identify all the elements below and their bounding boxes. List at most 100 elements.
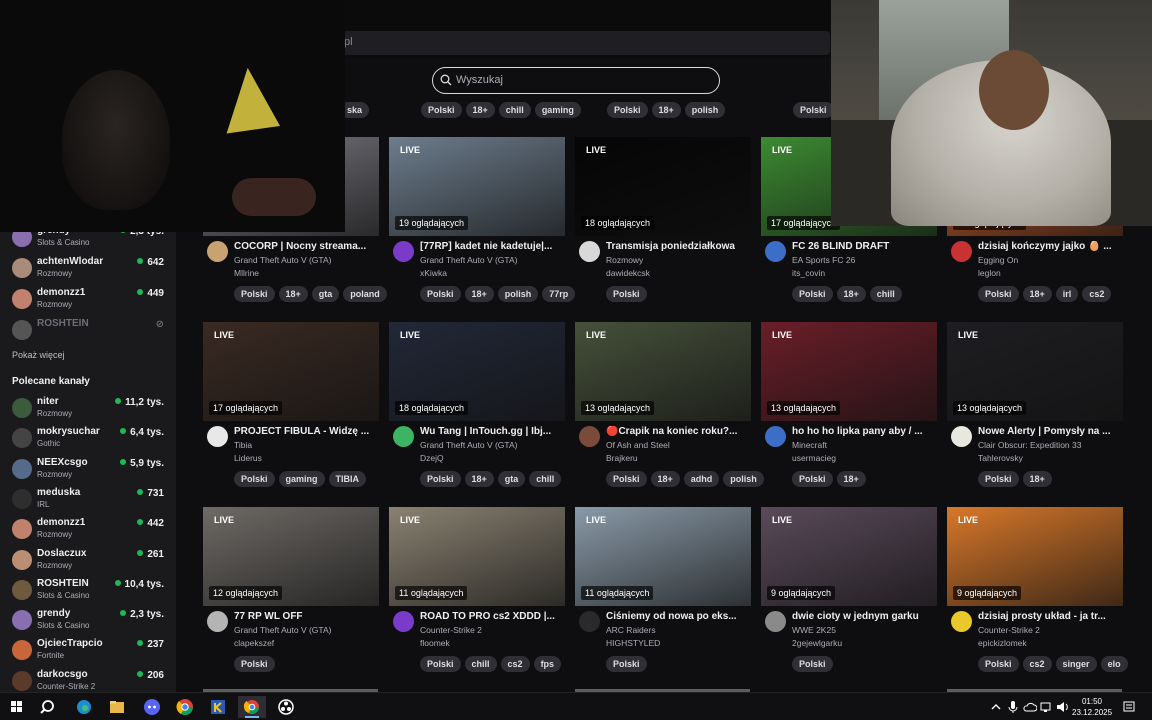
stream-thumbnail[interactable]: LIVE 11 oglądających (389, 507, 565, 606)
channel-name[interactable]: Liderus (234, 453, 262, 463)
sidebar-channel[interactable]: meduska IRL 731 (0, 484, 176, 514)
sidebar-channel[interactable]: achtenWlodar Rozmowy 642 (0, 253, 176, 283)
tag[interactable]: 18+ (651, 102, 681, 118)
channel-name[interactable]: its_covin (792, 268, 825, 278)
tag[interactable]: Polski (607, 102, 648, 118)
stream-game[interactable]: Rozmowy (606, 255, 643, 265)
tag[interactable]: Polski (606, 471, 647, 487)
system-clock[interactable]: 01:50 23.12.2025 (1072, 696, 1112, 718)
stream-thumbnail[interactable]: LIVE 11 oglądających (575, 507, 751, 606)
channel-name[interactable]: Brajkeru (606, 453, 638, 463)
channel-name[interactable]: Tahlerovsky (978, 453, 1023, 463)
stream-game[interactable]: ARC Raiders (606, 625, 656, 635)
channel-avatar[interactable] (951, 241, 972, 262)
stream-thumbnail[interactable]: LIVE 18 oglądających (575, 137, 751, 236)
channel-name[interactable]: Mllrine (234, 268, 259, 278)
stream-title[interactable]: Nowe Alerty | Pomysły na ... (978, 426, 1126, 437)
stream-title[interactable]: Ciśniemy od nowa po eks... (606, 611, 754, 622)
notifications-icon[interactable] (1122, 700, 1136, 714)
tag[interactable]: 18+ (464, 286, 494, 302)
tag[interactable]: 18+ (836, 471, 866, 487)
channel-name[interactable]: DzejQ (420, 453, 444, 463)
stream-game[interactable]: Counter-Strike 2 (978, 625, 1040, 635)
sidebar-channel[interactable]: demonzz1 Rozmowy 442 (0, 514, 176, 544)
channel-name[interactable]: leglon (978, 268, 1001, 278)
tag[interactable]: fps (533, 656, 562, 672)
stream-thumbnail[interactable]: LIVE 12 oglądających (203, 507, 379, 606)
tag[interactable]: singer (1055, 656, 1097, 672)
tag[interactable]: Polski (421, 102, 462, 118)
channel-avatar[interactable] (393, 241, 414, 262)
volume-icon[interactable] (1056, 701, 1070, 713)
tag[interactable]: cs2 (1082, 286, 1112, 302)
search-input[interactable]: Wyszukaj (432, 67, 720, 94)
stream-thumbnail[interactable]: LIVE 13 oglądających (947, 322, 1123, 421)
tag[interactable]: gaming (534, 102, 581, 118)
stream-title[interactable]: [77RP] kadet nie kadetuje|... (420, 241, 568, 252)
sidebar-channel[interactable]: OjciecTrapcio Fortnite 237 (0, 635, 176, 665)
channel-name[interactable]: xKiwka (420, 268, 447, 278)
tag[interactable]: poland (343, 286, 387, 302)
channel-avatar[interactable] (579, 241, 600, 262)
tag[interactable]: Polski (420, 286, 461, 302)
tag[interactable]: chill (869, 286, 902, 302)
channel-avatar[interactable] (765, 241, 786, 262)
channel-name[interactable]: dawidekcsk (606, 268, 650, 278)
channel-name[interactable]: 2gejewlgarku (792, 638, 842, 648)
tag[interactable]: Polski (420, 656, 461, 672)
tag[interactable]: Polski (234, 286, 275, 302)
tag[interactable]: Polski (606, 286, 647, 302)
tag[interactable]: TIBIA (328, 471, 367, 487)
sidebar-channel[interactable]: demonzz1 Rozmowy 449 (0, 284, 176, 314)
tag[interactable]: elo (1100, 656, 1128, 672)
stream-game[interactable]: EA Sports FC 26 (792, 255, 855, 265)
sidebar-channel[interactable]: Doslaczux Rozmowy 261 (0, 545, 176, 575)
sidebar-channel[interactable]: grendySlots & Casino 2,3 tys. (0, 605, 176, 635)
stream-game[interactable]: Minecraft (792, 440, 827, 450)
stream-title[interactable]: Transmisja poniedziałkowa (606, 241, 754, 252)
address-bar[interactable]: pl (330, 31, 830, 55)
sidebar-channel[interactable]: ROSHTEIN ⊘ (0, 315, 176, 345)
stream-title[interactable]: dzisiaj kończymy jajko 🥚 ... (978, 241, 1126, 252)
stream-title[interactable]: Wu Tang | InTouch.gg | Ibj... (420, 426, 568, 437)
stream-thumbnail[interactable]: LIVE 17 oglądających (203, 322, 379, 421)
stream-title[interactable]: FC 26 BLIND DRAFT (792, 241, 940, 252)
tag[interactable]: chill (464, 656, 497, 672)
channel-name[interactable]: clapekszef (234, 638, 274, 648)
tag[interactable]: Polski (978, 471, 1019, 487)
stream-thumbnail[interactable]: LIVE 13 oglądających (761, 322, 937, 421)
stream-game[interactable]: Counter-Strike 2 (420, 625, 482, 635)
tag[interactable]: Polski (606, 656, 647, 672)
stream-game[interactable]: Tibia (234, 440, 252, 450)
channel-avatar[interactable] (393, 426, 414, 447)
tag[interactable]: chill (529, 471, 562, 487)
stream-title[interactable]: PROJECT FIBULA - Widzę ... (234, 426, 382, 437)
discord-icon[interactable] (138, 696, 166, 718)
sidebar-channel[interactable]: mokrysuchar Gothic 6,4 tys. (0, 423, 176, 453)
channel-avatar[interactable] (951, 611, 972, 632)
tag[interactable]: gta (497, 471, 526, 487)
sidebar-channel[interactable]: NEEXcsgo Rozmowy 5,9 tys. (0, 454, 176, 484)
tag[interactable]: 18+ (1022, 286, 1052, 302)
tag[interactable]: adhd (683, 471, 720, 487)
tag[interactable]: gaming (278, 471, 325, 487)
tag[interactable]: Polski (792, 656, 833, 672)
stream-title[interactable]: 77 RP WL OFF (234, 611, 382, 622)
tag[interactable]: Polski (793, 102, 834, 118)
show-more-link[interactable]: Pokaż więcej (12, 350, 65, 360)
tag[interactable]: polish (723, 471, 764, 487)
stream-thumbnail[interactable]: LIVE 9 oglądających (761, 507, 937, 606)
stream-thumbnail[interactable]: LIVE 9 oglądających (947, 507, 1123, 606)
stream-game[interactable]: Clair Obscur: Expedition 33 (978, 440, 1081, 450)
stream-title[interactable]: 🔴Crapik na koniec roku?... (606, 426, 754, 437)
tag[interactable]: 18+ (465, 102, 495, 118)
channel-name[interactable]: epickizlomek (978, 638, 1027, 648)
stream-title[interactable]: ROAD TO PRO cs2 XDDD |... (420, 611, 568, 622)
obs-icon[interactable] (272, 696, 300, 718)
stream-title[interactable]: ho ho ho lipka pany aby / ... (792, 426, 940, 437)
tag[interactable]: 18+ (650, 471, 680, 487)
tag[interactable]: Polski (234, 471, 275, 487)
tag[interactable]: 18+ (464, 471, 494, 487)
tag[interactable]: 77rp (542, 286, 576, 302)
chrome-icon[interactable] (171, 696, 199, 718)
